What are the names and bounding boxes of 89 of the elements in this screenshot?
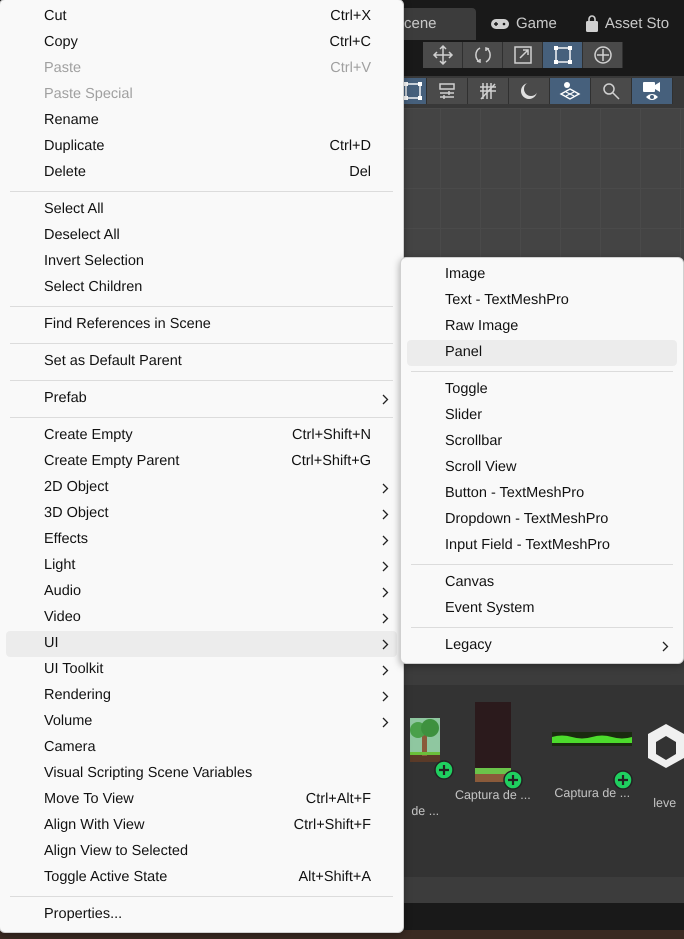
menu-item[interactable]: Cut Ctrl+X xyxy=(6,4,397,30)
menu-item[interactable]: Panel xyxy=(407,340,677,366)
menu-item[interactable]: Image xyxy=(407,262,677,288)
menu-item[interactable]: Button - TextMeshPro xyxy=(407,481,677,507)
menu-item[interactable]: Visual Scripting Scene Variables xyxy=(6,761,397,787)
menu-item[interactable]: Align View to Selected xyxy=(6,839,397,865)
menu-item[interactable]: Slider xyxy=(407,403,677,429)
menu-item[interactable]: Rename xyxy=(6,108,397,134)
menu-item[interactable]: Raw Image xyxy=(407,314,677,340)
sliders-icon xyxy=(438,82,456,100)
add-icon[interactable] xyxy=(503,770,524,790)
menu-item[interactable]: 2D Object xyxy=(6,475,397,501)
menu-item[interactable]: Video xyxy=(6,605,397,631)
menu-item[interactable]: Canvas xyxy=(407,570,677,596)
menu-item[interactable]: Toggle xyxy=(407,377,677,403)
menu-item[interactable]: 3D Object xyxy=(6,501,397,527)
gamepad-icon xyxy=(490,18,510,30)
search-icon xyxy=(602,82,620,100)
menu-item[interactable]: Create Empty Parent Ctrl+Shift+G xyxy=(6,449,397,475)
menu-item[interactable]: Prefab xyxy=(6,386,397,412)
asset-label[interactable]: leve xyxy=(653,794,676,813)
asset-label[interactable]: de ... xyxy=(411,802,440,821)
tool-button[interactable] xyxy=(591,78,632,104)
menu-item[interactable]: Effects xyxy=(6,527,397,553)
tool-button[interactable] xyxy=(503,42,543,68)
menu-item[interactable]: Text - TextMeshPro xyxy=(407,288,677,314)
menu-item[interactable]: Camera xyxy=(6,735,397,761)
menu-item[interactable]: Create Empty Ctrl+Shift+N xyxy=(6,423,397,449)
tool-button[interactable] xyxy=(423,42,463,68)
chevron-right-icon xyxy=(382,394,389,404)
menu-item[interactable]: Set as Default Parent xyxy=(6,349,397,375)
editor-tab[interactable]: cene xyxy=(404,8,476,40)
menu-item[interactable]: Duplicate Ctrl+D xyxy=(6,134,397,160)
asset-label[interactable]: Captura de ... xyxy=(454,786,531,805)
menu-item[interactable]: Scrollbar xyxy=(407,429,677,455)
tool-button[interactable] xyxy=(550,78,591,104)
scale-icon xyxy=(512,45,532,65)
chevron-right-icon xyxy=(662,640,669,652)
chevron-right-icon xyxy=(382,482,389,494)
chevron-right-icon xyxy=(382,690,389,702)
rect-tool-icon xyxy=(552,45,572,65)
transform-icon xyxy=(592,44,614,66)
tool-button[interactable] xyxy=(463,42,503,68)
add-icon[interactable] xyxy=(434,760,454,780)
menu-item[interactable]: Align With View Ctrl+Shift+F xyxy=(6,813,397,839)
gizmo-icon xyxy=(559,81,581,101)
editor-tab[interactable]: Asset Sto xyxy=(570,8,684,40)
menu-item[interactable]: Event System xyxy=(407,596,677,622)
chevron-right-icon xyxy=(382,534,389,546)
camera-icon xyxy=(641,80,663,102)
menu-item[interactable]: Move To View Ctrl+Alt+F xyxy=(6,787,397,813)
add-icon[interactable] xyxy=(613,770,634,790)
editor-tab[interactable]: Game xyxy=(476,8,571,40)
tool-button[interactable] xyxy=(509,78,550,104)
menu-item[interactable]: Select All xyxy=(6,197,397,223)
menu-item[interactable]: Volume xyxy=(6,709,397,735)
menu-item[interactable]: UI xyxy=(6,631,397,657)
menu-item[interactable]: Find References in Scene xyxy=(6,312,397,338)
move-icon xyxy=(432,44,454,66)
chevron-right-icon xyxy=(382,638,389,650)
menu-item[interactable]: Audio xyxy=(6,579,397,605)
menu-item[interactable]: Toggle Active State Alt+Shift+A xyxy=(6,865,397,891)
chevron-right-icon xyxy=(382,612,389,624)
chevron-right-icon xyxy=(382,508,389,520)
menu-item[interactable]: Deselect All xyxy=(6,223,397,249)
menu-item[interactable]: Dropdown - TextMeshPro xyxy=(407,507,677,533)
chevron-right-icon xyxy=(382,586,389,598)
tool-button[interactable] xyxy=(583,42,623,68)
menu-item[interactable]: Rendering xyxy=(6,683,397,709)
tool-button[interactable] xyxy=(427,78,468,104)
tool-button[interactable] xyxy=(468,78,509,104)
moon-icon xyxy=(519,81,539,101)
chevron-right-icon xyxy=(382,664,389,676)
menu-item[interactable]: UI Toolkit xyxy=(6,657,397,683)
chevron-right-icon xyxy=(382,560,389,572)
chevron-right-icon xyxy=(382,716,389,728)
menu-item[interactable]: Select Children xyxy=(6,275,397,301)
menu-item[interactable]: Delete Del xyxy=(6,160,397,186)
menu-item[interactable]: Properties... xyxy=(6,902,397,928)
asset-label[interactable]: Captura de ... xyxy=(554,784,630,803)
menu-item[interactable]: Legacy xyxy=(407,633,677,659)
menu-item[interactable]: Copy Ctrl+C xyxy=(6,30,397,56)
tool-button[interactable] xyxy=(543,42,583,68)
menu-item[interactable]: Invert Selection xyxy=(6,249,397,275)
menu-item[interactable]: Scroll View xyxy=(407,455,677,481)
menu-item[interactable]: Light xyxy=(6,553,397,579)
grid-icon xyxy=(478,81,498,101)
menu-item[interactable]: Input Field - TextMeshPro xyxy=(407,533,677,559)
tool-button[interactable] xyxy=(632,78,673,104)
